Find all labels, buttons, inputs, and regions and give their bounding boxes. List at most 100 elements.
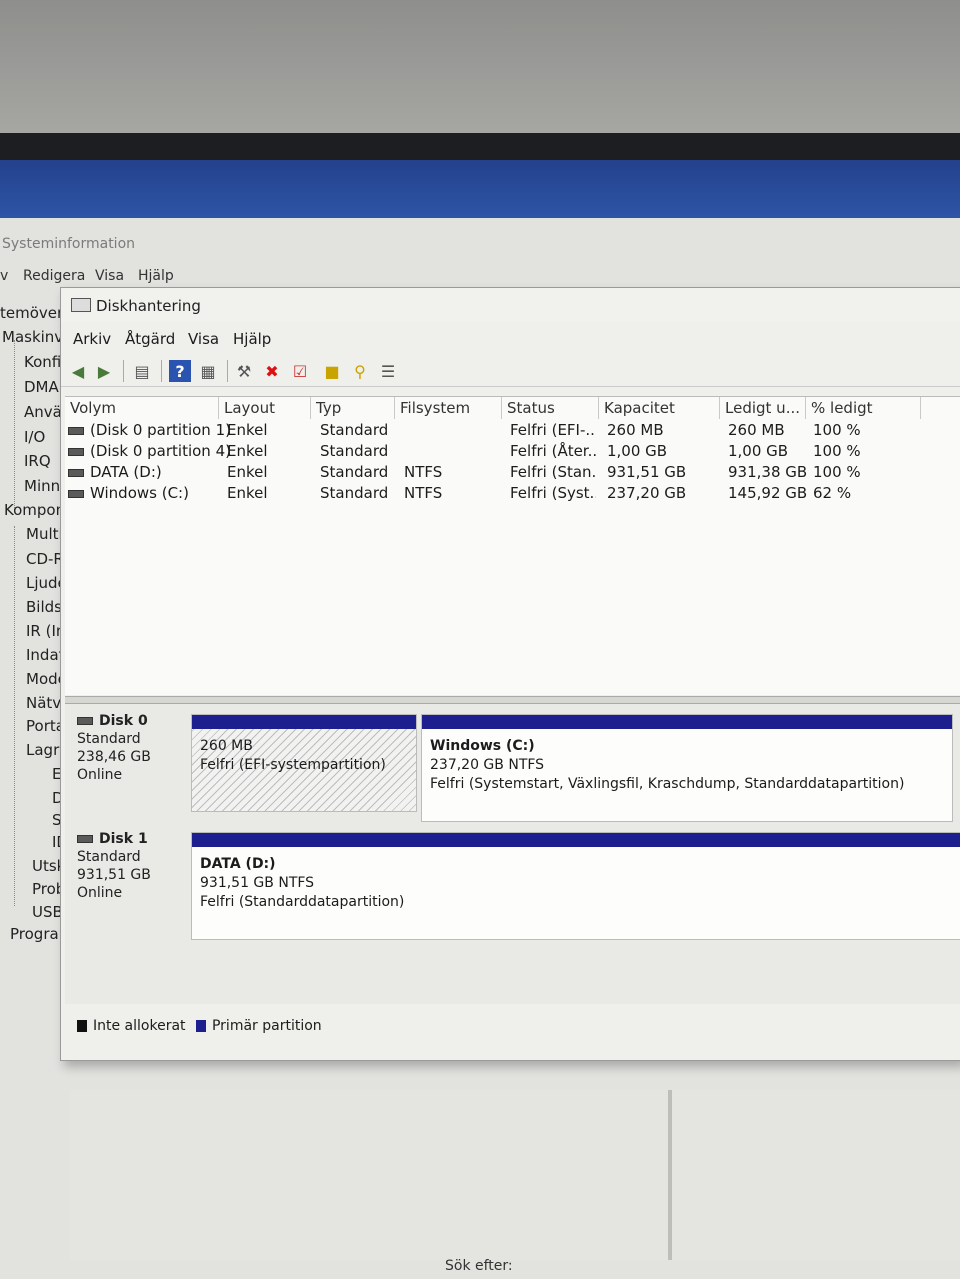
volume-procent: 100 %	[813, 442, 861, 460]
tree-item[interactable]: IRQ	[24, 452, 51, 470]
tree-item[interactable]: Minn	[24, 477, 60, 495]
volume-filsystem: NTFS	[404, 484, 443, 502]
partition-title: DATA (D:)	[200, 856, 276, 872]
connect-icon[interactable]: ⚒	[233, 360, 255, 382]
volume-ledigt: 1,00 GB	[728, 442, 789, 460]
systeminfo-menu-file[interactable]: v	[0, 268, 8, 284]
systeminfo-bottom-pane	[70, 1090, 960, 1260]
volume-kapacitet: 237,20 GB	[607, 484, 687, 502]
disk-graphical-view: Disk 0 Standard 238,46 GB Online 260 MB …	[65, 704, 960, 1004]
properties-icon[interactable]: ▦	[197, 360, 219, 382]
folder-up-icon[interactable]: ■	[321, 360, 343, 382]
volume-ledigt: 260 MB	[728, 421, 785, 439]
volume-row[interactable]: DATA (D:) Enkel Standard NTFS Felfri (St…	[65, 463, 960, 484]
search-folder-icon[interactable]: ⚲	[349, 360, 371, 382]
col-header-volym[interactable]: Volym	[65, 397, 219, 419]
partition-status: Felfri (EFI-systempartition)	[200, 757, 386, 773]
volume-row[interactable]: (Disk 0 partition 4) Enkel Standard Felf…	[65, 442, 960, 463]
volume-name: Windows (C:)	[90, 484, 189, 502]
legend: Inte allokerat Primär partition	[77, 1018, 322, 1034]
disk-info[interactable]: Disk 0 Standard 238,46 GB Online	[77, 712, 197, 784]
disk-type: Standard	[77, 849, 141, 865]
partition-bar	[192, 833, 960, 847]
disk-size: 931,51 GB	[77, 867, 151, 883]
tree-item[interactable]: Konfi	[24, 353, 61, 371]
volume-procent: 100 %	[813, 463, 861, 481]
disk-name: Disk 0	[99, 713, 148, 729]
volume-name: DATA (D:)	[90, 463, 162, 481]
dm-title: Diskhantering	[96, 297, 201, 315]
tree-item[interactable]: DMA	[24, 378, 59, 396]
volume-row[interactable]: Windows (C:) Enkel Standard NTFS Felfri …	[65, 484, 960, 505]
partition-size: 237,20 GB NTFS	[430, 757, 545, 773]
volume-procent: 100 %	[813, 421, 861, 439]
col-header-kapacitet[interactable]: Kapacitet	[599, 397, 720, 419]
tree-item[interactable]: I/O	[24, 428, 45, 446]
volume-kapacitet: 1,00 GB	[607, 442, 668, 460]
settings-list-icon[interactable]: ☰	[377, 360, 399, 382]
disk-management-icon	[71, 298, 91, 312]
disk-icon	[77, 717, 93, 725]
disk-name: Disk 1	[99, 831, 148, 847]
partition-windows[interactable]: Windows (C:) 237,20 GB NTFS Felfri (Syst…	[421, 714, 953, 822]
back-icon[interactable]: ◀	[67, 360, 89, 382]
volume-name: (Disk 0 partition 4)	[90, 442, 231, 460]
partition-size: 260 MB	[200, 738, 253, 754]
tree-item[interactable]: Multi	[26, 525, 63, 543]
disk-icon	[77, 835, 93, 843]
volume-icon	[68, 468, 84, 477]
menu-hjalp[interactable]: Hjälp	[233, 330, 271, 348]
col-header-status[interactable]: Status	[502, 397, 599, 419]
volume-status: Felfri (Åter...	[510, 442, 596, 460]
tree-item[interactable]: Lagri	[26, 741, 63, 759]
disk-info[interactable]: Disk 1 Standard 931,51 GB Online	[77, 830, 197, 902]
menu-arkiv[interactable]: Arkiv	[73, 330, 111, 348]
volume-kapacitet: 260 MB	[607, 421, 664, 439]
disk-state: Online	[77, 885, 123, 901]
menu-atgard[interactable]: Åtgärd	[125, 330, 175, 348]
forward-icon[interactable]: ▶	[93, 360, 115, 382]
tree-item[interactable]: CD-R	[26, 550, 64, 568]
desktop-blue-band	[0, 160, 960, 222]
tree-item[interactable]: Indat	[26, 646, 65, 664]
pane-divider[interactable]	[668, 1090, 672, 1260]
systeminfo-title: Systeminformation	[2, 236, 136, 252]
list-view-icon[interactable]: ▤	[131, 360, 153, 382]
col-header-typ[interactable]: Typ	[311, 397, 395, 419]
check-icon[interactable]: ☑	[289, 360, 311, 382]
partition-data[interactable]: DATA (D:) 931,51 GB NTFS Felfri (Standar…	[191, 832, 960, 940]
volume-layout: Enkel	[227, 442, 268, 460]
disk-state: Online	[77, 767, 123, 783]
systeminfo-menu-view[interactable]: Visa	[95, 268, 124, 284]
pane-splitter[interactable]	[65, 696, 960, 704]
tree-item[interactable]: USB	[32, 903, 63, 921]
col-header-procent[interactable]: % ledigt	[806, 397, 921, 419]
volume-status: Felfri (EFI-...	[510, 421, 596, 439]
disk-size: 238,46 GB	[77, 749, 151, 765]
partition-status: Felfri (Standarddatapartition)	[200, 894, 405, 910]
disk-type: Standard	[77, 731, 141, 747]
partition-status: Felfri (Systemstart, Växlingsfil, Krasch…	[430, 776, 905, 792]
dm-titlebar[interactable]: Diskhantering	[61, 288, 960, 322]
col-header-layout[interactable]: Layout	[219, 397, 311, 419]
tree-item[interactable]: Kompon	[4, 501, 65, 519]
tree-item[interactable]: temöver	[0, 304, 63, 322]
volume-typ: Standard	[320, 442, 389, 460]
partition-bar	[192, 715, 416, 729]
legend-swatch-unallocated	[77, 1020, 87, 1032]
systeminfo-menu-edit[interactable]: Redigera	[23, 268, 85, 284]
menu-visa[interactable]: Visa	[188, 330, 219, 348]
volume-status: Felfri (Stan...	[510, 463, 596, 481]
volume-row[interactable]: (Disk 0 partition 1) Enkel Standard Felf…	[65, 421, 960, 442]
systeminfo-menu-help[interactable]: Hjälp	[138, 268, 174, 284]
help-icon[interactable]: ?	[169, 360, 191, 382]
partition-efi[interactable]: 260 MB Felfri (EFI-systempartition)	[191, 714, 417, 812]
dm-menubar: Arkiv Åtgärd Visa Hjälp	[61, 326, 960, 350]
col-header-ledigt[interactable]: Ledigt u...	[720, 397, 806, 419]
col-header-filsystem[interactable]: Filsystem	[395, 397, 502, 419]
volume-icon	[68, 489, 84, 498]
delete-icon[interactable]: ✖	[261, 360, 283, 382]
volume-filsystem: NTFS	[404, 463, 443, 481]
volume-typ: Standard	[320, 421, 389, 439]
tree-item[interactable]: Maskinv	[2, 328, 63, 346]
